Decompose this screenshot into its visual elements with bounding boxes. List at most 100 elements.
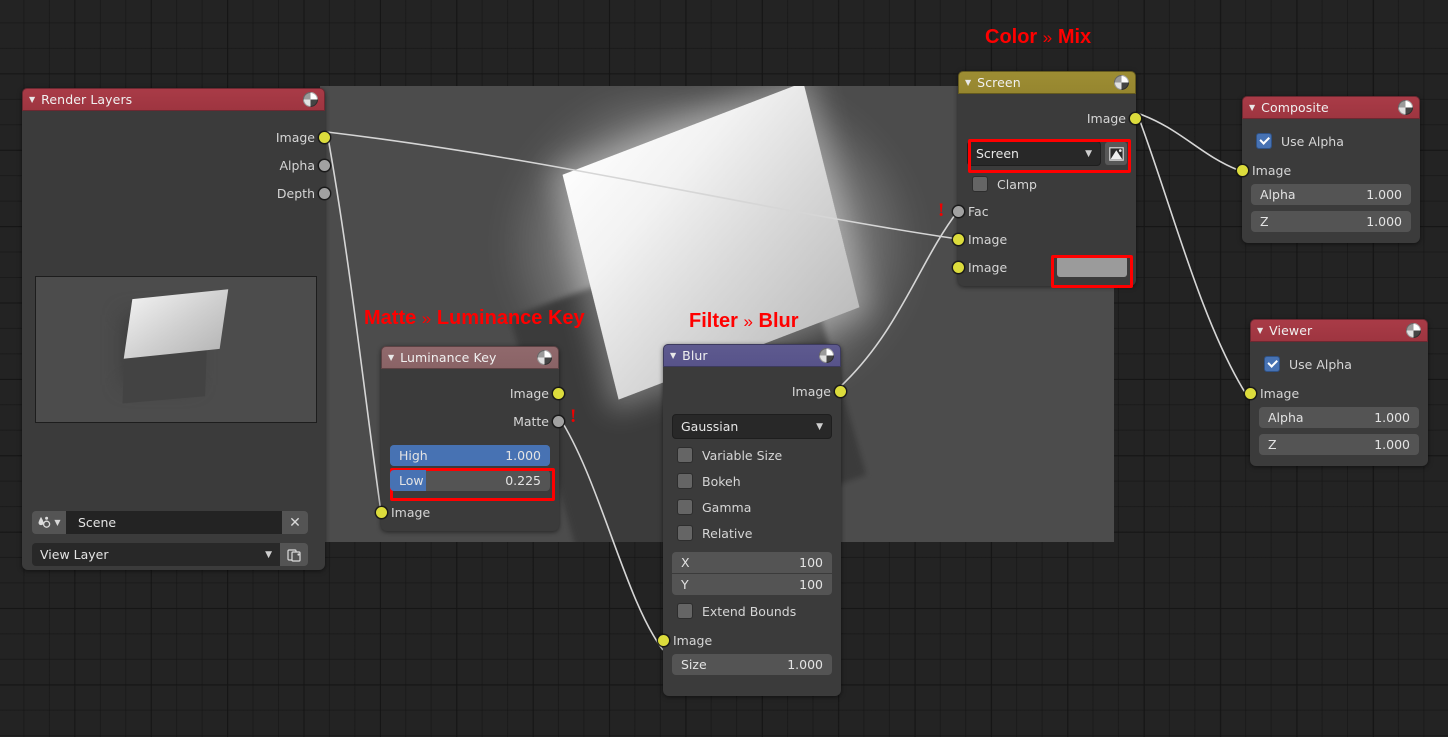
clamp-checkbox[interactable]: [972, 176, 988, 192]
collapse-triangle-icon[interactable]: ▼: [670, 351, 676, 360]
input-label: Image: [968, 259, 1008, 275]
image-toggle-button[interactable]: [1105, 142, 1127, 165]
output-row-depth[interactable]: Depth: [22, 179, 331, 207]
use-alpha-checkbox[interactable]: [1256, 133, 1272, 149]
scene-name-field[interactable]: Scene: [66, 511, 282, 534]
image2-color-swatch[interactable]: [1057, 256, 1127, 277]
socket-image-input[interactable]: [657, 634, 670, 647]
socket-image-output[interactable]: [1129, 112, 1142, 125]
node-preview-sphere-icon[interactable]: [1398, 100, 1413, 115]
output-row-image[interactable]: Image: [22, 123, 331, 151]
render-preview-thumbnail: [35, 276, 317, 423]
scene-clear-button[interactable]: ✕: [282, 511, 308, 534]
node-viewer[interactable]: ▼ Viewer Use Alpha Image Alpha 1.000 Z 1…: [1244, 319, 1428, 466]
node-header-viewer[interactable]: ▼ Viewer: [1250, 319, 1428, 342]
input-row-z[interactable]: Z 1.000: [1259, 434, 1419, 455]
socket-image-output[interactable]: [318, 131, 331, 144]
input-row-fac[interactable]: Fac: [952, 197, 1136, 225]
collapse-triangle-icon[interactable]: ▼: [29, 95, 35, 104]
input-label: Size: [681, 657, 707, 672]
output-row-image[interactable]: Image: [381, 379, 565, 407]
checkbox-row-extend-bounds[interactable]: Extend Bounds: [663, 598, 841, 624]
socket-image-output[interactable]: [834, 385, 847, 398]
checkbox-row-gamma[interactable]: Gamma: [663, 494, 841, 520]
blur-size-x[interactable]: X 100: [672, 552, 832, 573]
collapse-triangle-icon[interactable]: ▼: [1249, 103, 1255, 112]
node-header-blur[interactable]: ▼ Blur: [663, 344, 841, 367]
annot-separator: »: [421, 309, 432, 328]
preview-cube-top: [123, 289, 229, 359]
blur-filter-type-dropdown[interactable]: Gaussian ▼: [672, 414, 832, 439]
collapse-triangle-icon[interactable]: ▼: [388, 353, 394, 362]
scene-browse-icon[interactable]: ▼: [32, 511, 66, 534]
scene-selector[interactable]: ▼ Scene ✕: [32, 511, 308, 534]
socket-alpha-output[interactable]: [318, 159, 331, 172]
checkbox-row-use-alpha[interactable]: Use Alpha: [1242, 128, 1420, 154]
bokeh-checkbox[interactable]: [677, 473, 693, 489]
socket-image-input[interactable]: [1244, 387, 1257, 400]
annot-suffix: Mix: [1057, 26, 1092, 48]
node-header-mix[interactable]: ▼ Screen: [958, 71, 1136, 94]
collapse-triangle-icon[interactable]: ▼: [965, 78, 971, 87]
node-preview-sphere-icon[interactable]: [1406, 323, 1421, 338]
variable-size-checkbox[interactable]: [677, 447, 693, 463]
node-header-composite[interactable]: ▼ Composite: [1242, 96, 1420, 119]
input-row-z[interactable]: Z 1.000: [1251, 211, 1411, 232]
node-title: Luminance Key: [400, 350, 497, 365]
socket-depth-output[interactable]: [318, 187, 331, 200]
checkbox-row-use-alpha[interactable]: Use Alpha: [1250, 351, 1428, 377]
checkbox-row-clamp[interactable]: Clamp: [958, 171, 1136, 197]
input-row-alpha[interactable]: Alpha 1.000: [1251, 184, 1411, 205]
node-preview-sphere-icon[interactable]: [537, 350, 552, 365]
node-editor-canvas[interactable]: ▼ Render Layers Image Alpha Depth ▼ Scen…: [0, 0, 1448, 737]
output-row-alpha[interactable]: Alpha: [22, 151, 331, 179]
input-label: Image: [1260, 385, 1300, 401]
output-row-matte[interactable]: Matte: [381, 407, 565, 435]
checkbox-row-bokeh[interactable]: Bokeh: [663, 468, 841, 494]
node-header-luminance-key[interactable]: ▼ Luminance Key: [381, 346, 559, 369]
warning-marker-matte: !: [570, 406, 577, 427]
socket-matte-output[interactable]: [552, 415, 565, 428]
output-row-image[interactable]: Image: [663, 377, 847, 405]
property-low[interactable]: Low 0.225: [390, 470, 550, 491]
size-y-value: 100: [799, 577, 823, 592]
blur-size-y[interactable]: Y 100: [672, 574, 832, 595]
use-alpha-checkbox[interactable]: [1264, 356, 1280, 372]
input-row-image[interactable]: Image: [375, 498, 559, 526]
checkbox-row-relative[interactable]: Relative: [663, 520, 841, 546]
input-row-image-2[interactable]: Image: [952, 253, 1136, 281]
extend-bounds-checkbox[interactable]: [677, 603, 693, 619]
socket-image-input[interactable]: [1236, 164, 1249, 177]
copy-icon: [286, 548, 301, 562]
input-row-alpha[interactable]: Alpha 1.000: [1259, 407, 1419, 428]
property-high[interactable]: High 1.000: [390, 445, 550, 466]
view-layer-copy-button[interactable]: [280, 543, 308, 566]
input-row-size[interactable]: Size 1.000: [672, 654, 832, 675]
blend-mode-dropdown[interactable]: Screen ▼: [967, 141, 1101, 166]
node-preview-sphere-icon[interactable]: [303, 92, 318, 107]
socket-image-input[interactable]: [375, 506, 388, 519]
socket-image1-input[interactable]: [952, 233, 965, 246]
node-mix[interactable]: ▼ Screen Image Screen ▼ Clamp Fac Image …: [952, 71, 1142, 286]
socket-fac-input[interactable]: [952, 205, 965, 218]
input-row-image[interactable]: Image: [1244, 379, 1428, 407]
node-preview-sphere-icon[interactable]: [819, 348, 834, 363]
view-layer-dropdown[interactable]: View Layer ▼: [32, 543, 280, 566]
output-row-image[interactable]: Image: [958, 104, 1142, 132]
checkbox-row-variable-size[interactable]: Variable Size: [663, 442, 841, 468]
collapse-triangle-icon[interactable]: ▼: [1257, 326, 1263, 335]
socket-image2-input[interactable]: [952, 261, 965, 274]
gamma-checkbox[interactable]: [677, 499, 693, 515]
node-preview-sphere-icon[interactable]: [1114, 75, 1129, 90]
input-row-image-1[interactable]: Image: [952, 225, 1136, 253]
input-row-image[interactable]: Image: [657, 626, 841, 654]
view-layer-selector[interactable]: View Layer ▼: [32, 543, 308, 566]
node-composite[interactable]: ▼ Composite Use Alpha Image Alpha 1.000 …: [1236, 96, 1420, 243]
node-luminance-key[interactable]: ▼ Luminance Key Image Matte High 1.000 L…: [375, 346, 565, 531]
node-render-layers[interactable]: ▼ Render Layers Image Alpha Depth ▼ Scen…: [22, 88, 331, 570]
input-row-image[interactable]: Image: [1236, 156, 1420, 184]
node-blur[interactable]: ▼ Blur Image Gaussian ▼ Variable Size Bo…: [657, 344, 847, 696]
node-header-render-layers[interactable]: ▼ Render Layers: [22, 88, 325, 111]
socket-image-output[interactable]: [552, 387, 565, 400]
relative-checkbox[interactable]: [677, 525, 693, 541]
